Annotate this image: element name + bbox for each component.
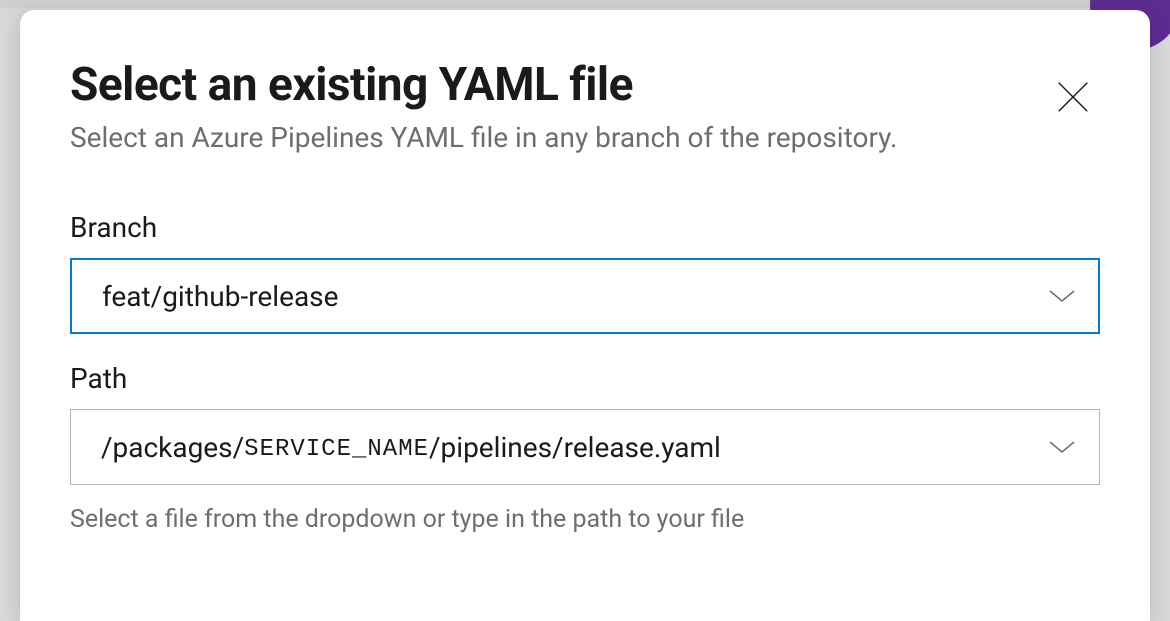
- branch-input[interactable]: [70, 258, 1100, 334]
- branch-label: Branch: [70, 211, 1100, 244]
- branch-field-group: Branch: [70, 211, 1100, 334]
- path-field-group: Path /packages/SERVICE_NAME/pipelines/re…: [70, 362, 1100, 534]
- path-input[interactable]: /packages/SERVICE_NAME/pipelines/release…: [70, 409, 1100, 485]
- dialog-header-text: Select an existing YAML file Select an A…: [70, 60, 1016, 156]
- dialog-title: Select an existing YAML file: [70, 60, 1016, 111]
- branch-combobox[interactable]: [70, 258, 1100, 334]
- path-prefix: /packages/: [101, 431, 244, 464]
- path-token: SERVICE_NAME: [244, 436, 429, 463]
- path-suffix: /pipelines/release.yaml: [429, 431, 721, 464]
- close-button[interactable]: [1046, 70, 1100, 127]
- path-hint: Select a file from the dropdown or type …: [70, 505, 1100, 534]
- select-yaml-dialog: Select an existing YAML file Select an A…: [20, 10, 1150, 621]
- dialog-header: Select an existing YAML file Select an A…: [70, 60, 1100, 156]
- path-label: Path: [70, 362, 1100, 395]
- close-icon: [1054, 78, 1092, 119]
- path-combobox[interactable]: /packages/SERVICE_NAME/pipelines/release…: [70, 409, 1100, 485]
- dialog-subtitle: Select an Azure Pipelines YAML file in a…: [70, 119, 940, 157]
- backdrop-bar: [0, 0, 1170, 8]
